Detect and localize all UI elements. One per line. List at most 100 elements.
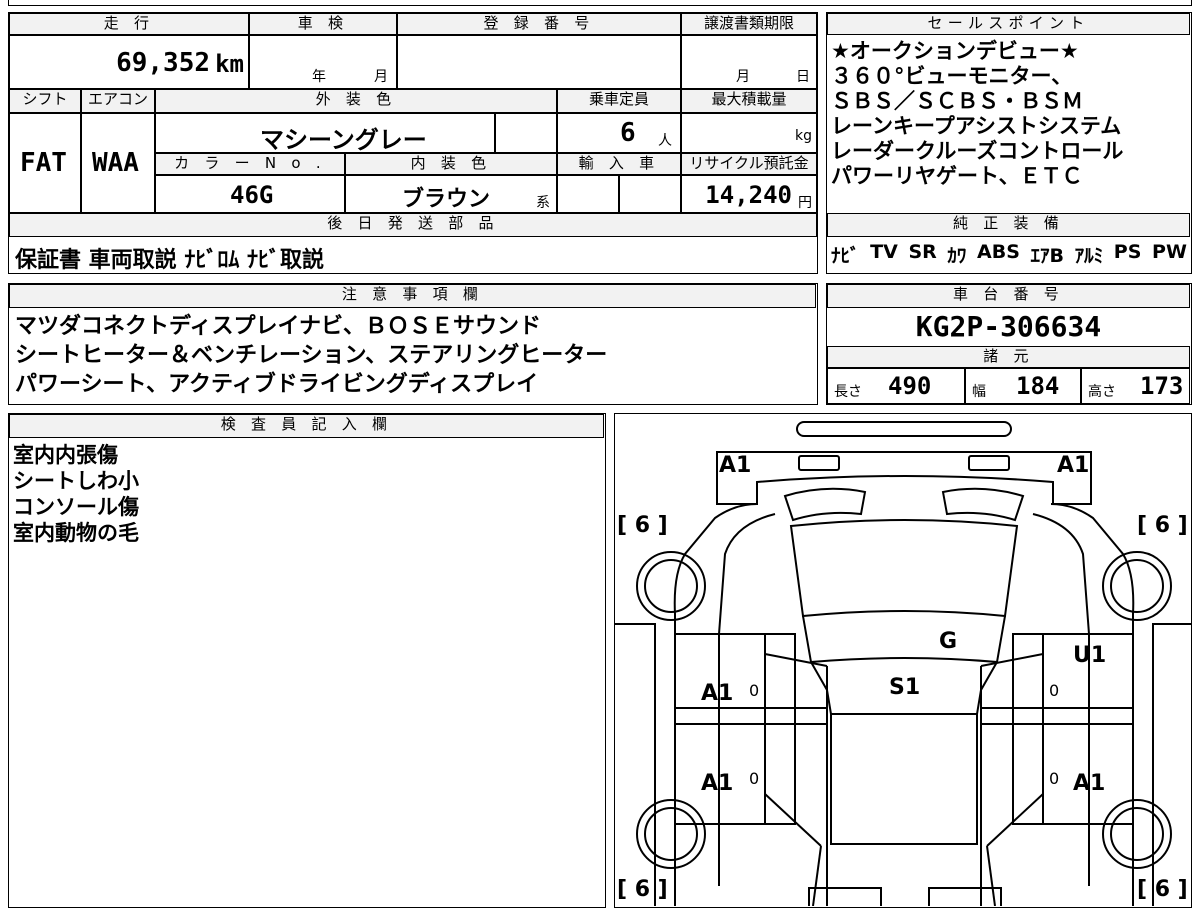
shift-label: シフト [9, 89, 81, 113]
exterior-color-value: マシーングレー [260, 126, 427, 153]
chassis-label: 車 台 番 号 [827, 284, 1190, 308]
sales-point-line: ＳＢＳ／ＳＣＢＳ・ＢＳＭ [831, 89, 1083, 113]
damage-diagram-block: A1 A1 G S1 U1 A1 A1 A1 [ 6 ] [ 6 ] [ 6 ]… [614, 413, 1192, 908]
inspector-list: 室内内張傷 シートしわ小 コンソール傷 室内動物の毛 [13, 442, 139, 546]
mark-left-front-door: A1 [701, 771, 733, 796]
inspection-label: 車 検 [249, 13, 397, 35]
sales-point-line: レーダークルーズコントロール [831, 139, 1124, 163]
equipment-ps: PS [1113, 241, 1142, 263]
equipment-leather: ｶﾜ [947, 245, 967, 267]
registration-label: 登 録 番 号 [397, 13, 681, 35]
mark-tire-rear-left: [ 6 ] [617, 513, 668, 538]
zero-mark: 0 [749, 769, 759, 788]
inspection-month-unit: 月 [374, 69, 388, 85]
later-parts-cell: 保証書 車両取説 ﾅﾋﾞﾛﾑ ﾅﾋﾞ取説 [9, 237, 817, 273]
capacity-label: 乗車定員 [557, 89, 681, 113]
color-no-label: カ ラ ー N o . [155, 153, 345, 175]
mark-left-rear-door: A1 [701, 681, 733, 706]
later-parts-label: 後 日 発 送 部 品 [9, 213, 817, 237]
interior-color-suffix: 系 [536, 195, 550, 211]
spec-width-cell: 幅 184 [965, 368, 1081, 404]
inspector-block: 検 査 員 記 入 欄 室内内張傷 シートしわ小 コンソール傷 室内動物の毛 [8, 413, 606, 908]
interior-color-cell: ブラウン 系 [345, 175, 557, 213]
mark-rear-right: A1 [1057, 453, 1089, 478]
equipment-abs: ABS [977, 241, 1020, 263]
spec-height-cell: 高さ 173 [1081, 368, 1190, 404]
inspector-line: 室内内張傷 [13, 443, 118, 467]
equipment-pw: PW [1152, 241, 1187, 263]
inspector-line: シートしわ小 [13, 469, 139, 493]
equipment-alloy: ｱﾙﾐ [1074, 245, 1104, 267]
equipment-tv: TV [870, 241, 898, 263]
spec-height-label: 高さ [1088, 384, 1116, 400]
recycle-label: リサイクル預託金 [681, 153, 817, 175]
sales-point-line: ３６０°ビューモニター、 [831, 64, 1073, 88]
note-line: シートヒーター＆ベンチレーション、ステアリングヒーター [15, 343, 608, 368]
aircon-label: エアコン [81, 89, 155, 113]
notes-label: 注 意 事 項 欄 [9, 284, 816, 308]
genuine-equipment-label: 純 正 装 備 [827, 213, 1190, 237]
mark-right-front-door: A1 [1073, 771, 1105, 796]
mark-glass: G [939, 629, 957, 654]
aircon-cell: WAA [81, 113, 155, 213]
max-load-label: 最大積載量 [681, 89, 817, 113]
note-line: パワーシート、アクティブドライビングディスプレイ [15, 372, 539, 397]
sales-point-line: パワーリヤゲート、ＥＴＣ [831, 164, 1083, 188]
inspector-line: 室内動物の毛 [13, 521, 139, 545]
mark-seat: S1 [889, 675, 920, 700]
mileage-value: 69,352 [116, 48, 210, 78]
spec-length-cell: 長さ 490 [827, 368, 965, 404]
color-no-value: 46G [230, 181, 274, 209]
equipment-sunroof: SR [908, 241, 937, 263]
notes-block: 注 意 事 項 欄 マツダコネクトディスプレイナビ、ＢＯＳＥサウンド シートヒー… [8, 283, 818, 405]
shift-value: FAT [20, 148, 67, 178]
mileage-label: 走 行 [9, 13, 249, 35]
equipment-navi: ﾅﾋﾞ [831, 245, 860, 267]
mark-tire-front-right: [ 6 ] [1137, 877, 1188, 902]
registration-cell [397, 35, 681, 89]
car-diagram: A1 A1 G S1 U1 A1 A1 A1 [ 6 ] [ 6 ] [ 6 ]… [615, 421, 1191, 906]
sales-points-list: ★オークションデビュー★ ３６０°ビューモニター、 ＳＢＳ／ＳＣＢＳ・ＢＳＭ レ… [831, 39, 1187, 189]
exterior-color-label: 外 装 色 [155, 89, 557, 113]
zero-mark: 0 [1049, 681, 1059, 700]
transfer-deadline-label: 譲渡書類期限 [681, 13, 817, 35]
chassis-value: KG2P-306634 [915, 310, 1102, 343]
sales-points-block: セールスポイント ★オークションデビュー★ ３６０°ビューモニター、 ＳＢＳ／Ｓ… [826, 12, 1192, 274]
import-cell-b [619, 175, 681, 213]
genuine-equipment-list: ﾅﾋﾞ TV SR ｶﾜ ABS ｴｱB ｱﾙﾐ PS PW [831, 241, 1187, 268]
chassis-block: 車 台 番 号 KG2P-306634 諸 元 長さ 490 幅 184 高さ … [826, 283, 1192, 405]
exterior-color-cell: マシーングレー [155, 113, 495, 153]
sales-point-line: ★オークションデビュー★ [831, 39, 1079, 63]
import-cell-a [557, 175, 619, 213]
mark-right-rear-door: U1 [1073, 643, 1106, 668]
sales-point-line: レーンキープアシストシステム [831, 114, 1122, 138]
max-load-cell: kg [681, 113, 817, 153]
recycle-cell: 14,240 円 [681, 175, 817, 213]
inspector-line: コンソール傷 [13, 495, 139, 519]
spec-width-label: 幅 [972, 384, 986, 400]
color-no-cell: 46G [155, 175, 345, 213]
spec-height-value: 173 [1140, 372, 1184, 400]
inspector-label: 検 査 員 記 入 欄 [9, 414, 604, 438]
capacity-value: 6 [620, 118, 636, 148]
inspection-cell: 年 月 [249, 35, 397, 89]
interior-color-value: ブラウン [402, 187, 491, 212]
mileage-unit: km [215, 50, 244, 78]
recycle-unit: 円 [798, 195, 812, 211]
capacity-unit: 人 [658, 133, 672, 149]
top-cut-row [8, 0, 1192, 6]
recycle-value: 14,240 [705, 181, 792, 209]
note-line: マツダコネクトディスプレイナビ、ＢＯＳＥサウンド [15, 314, 542, 339]
transfer-day-unit: 日 [796, 69, 810, 85]
interior-color-label: 内 装 色 [345, 153, 557, 175]
zero-mark: 0 [1049, 769, 1059, 788]
later-parts-value: 保証書 車両取説 ﾅﾋﾞﾛﾑ ﾅﾋﾞ取説 [15, 248, 324, 273]
max-load-unit: kg [795, 128, 812, 144]
vehicle-info-block: 走 行 車 検 登 録 番 号 譲渡書類期限 69,352 km 年 月 月 日… [8, 12, 818, 274]
aircon-value: WAA [92, 148, 139, 178]
mileage-cell: 69,352 km [9, 35, 249, 89]
spec-length-value: 490 [888, 372, 932, 400]
import-label: 輸 入 車 [557, 153, 681, 175]
notes-list: マツダコネクトディスプレイナビ、ＢＯＳＥサウンド シートヒーター＆ベンチレーショ… [15, 312, 607, 399]
mark-tire-rear-right: [ 6 ] [1137, 513, 1188, 538]
